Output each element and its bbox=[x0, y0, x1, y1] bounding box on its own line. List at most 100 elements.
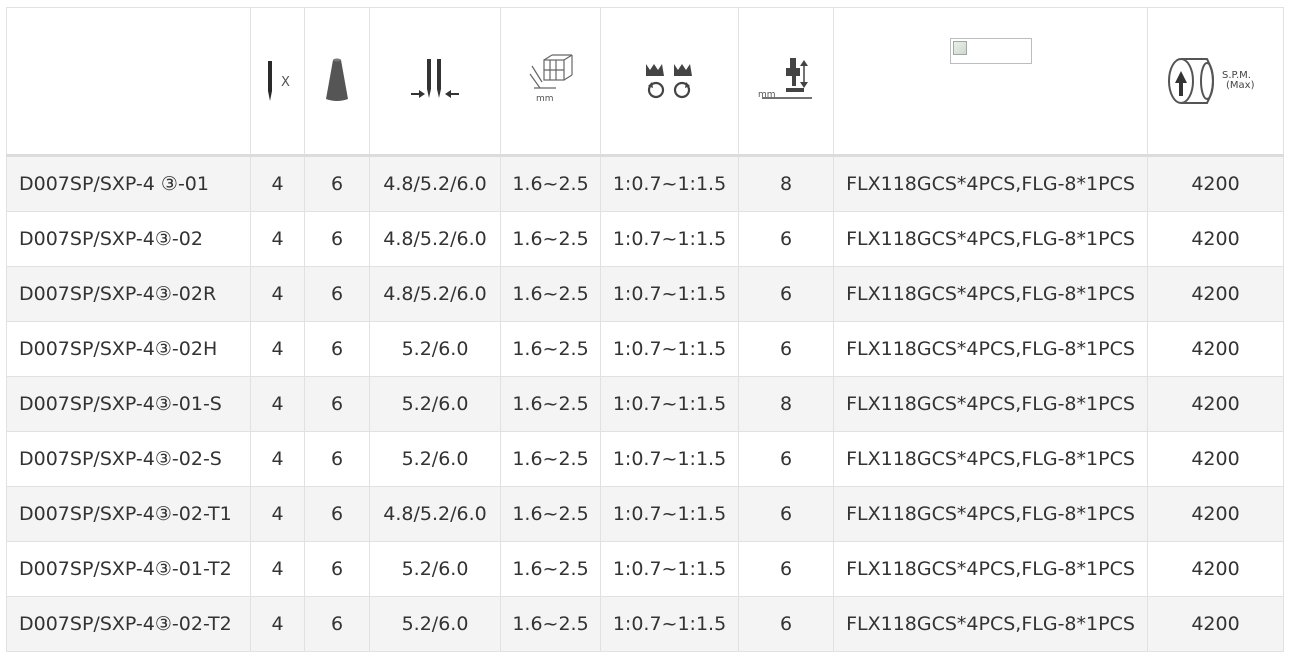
cell-threads: 6 bbox=[304, 376, 370, 432]
cell-needles: 4 bbox=[250, 321, 305, 377]
table-row: D007SP/SXP-4 ③-01 4 6 4.8/5.2/6.0 1.6~2.5 1:0… bbox=[6, 155, 1284, 212]
cell-stitch: 1.6~2.5 bbox=[500, 376, 601, 432]
cell-spm: 4200 bbox=[1147, 596, 1284, 652]
cell-diff: 1:0.7~1:1.5 bbox=[600, 486, 739, 542]
cell-lift: 6 bbox=[738, 211, 834, 267]
cell-parts: FLX118GCS*4PCS,FLG-8*1PCS bbox=[833, 376, 1148, 432]
header-gauge bbox=[369, 7, 501, 156]
cell-spm: 4200 bbox=[1147, 541, 1284, 597]
cell-diff: 1:0.7~1:1.5 bbox=[600, 211, 739, 267]
cell-threads: 6 bbox=[304, 211, 370, 267]
cell-model: D007SP/SXP-4 ③-01 bbox=[6, 155, 251, 212]
broken-image-icon bbox=[949, 38, 1032, 64]
header-model bbox=[6, 7, 251, 156]
header-threads bbox=[304, 7, 370, 156]
cell-threads: 6 bbox=[304, 486, 370, 542]
cell-diff: 1:0.7~1:1.5 bbox=[600, 596, 739, 652]
cell-gauge: 4.8/5.2/6.0 bbox=[369, 486, 501, 542]
cell-diff: 1:0.7~1:1.5 bbox=[600, 541, 739, 597]
cell-lift: 8 bbox=[738, 376, 834, 432]
table-row: D007SP/SXP-4③-01-T2 4 6 5.2/6.0 1.6~2.5 1:0.7… bbox=[6, 541, 1284, 597]
needle-icon-label: X bbox=[281, 75, 290, 90]
thread-cone-icon bbox=[326, 58, 348, 101]
cell-spm: 4200 bbox=[1147, 486, 1284, 542]
cell-parts: FLX118GCS*4PCS,FLG-8*1PCS bbox=[833, 541, 1148, 597]
cell-stitch: 1.6~2.5 bbox=[500, 321, 601, 377]
header-presser-foot-lift: mm bbox=[738, 7, 834, 156]
cell-threads: 6 bbox=[304, 596, 370, 652]
cell-threads: 6 bbox=[304, 541, 370, 597]
cell-model: D007SP/SXP-4③-01-T2 bbox=[6, 541, 251, 597]
cell-parts: FLX118GCS*4PCS,FLG-8*1PCS bbox=[833, 155, 1148, 212]
header-row: X mm mm S.P.M. (Max) bbox=[6, 7, 1284, 156]
header-spm: S.P.M. (Max) bbox=[1147, 7, 1284, 156]
cell-threads: 6 bbox=[304, 431, 370, 487]
cell-lift: 6 bbox=[738, 431, 834, 487]
cell-parts: FLX118GCS*4PCS,FLG-8*1PCS bbox=[833, 211, 1148, 267]
header-differential-feed bbox=[600, 7, 739, 156]
cell-needles: 4 bbox=[250, 431, 305, 487]
cell-stitch: 1.6~2.5 bbox=[500, 541, 601, 597]
cell-diff: 1:0.7~1:1.5 bbox=[600, 321, 739, 377]
cell-parts: FLX118GCS*4PCS,FLG-8*1PCS bbox=[833, 321, 1148, 377]
cell-gauge: 4.8/5.2/6.0 bbox=[369, 155, 501, 212]
cell-gauge: 5.2/6.0 bbox=[369, 596, 501, 652]
cell-model: D007SP/SXP-4③-02H bbox=[6, 321, 251, 377]
cell-needles: 4 bbox=[250, 486, 305, 542]
cell-spm: 4200 bbox=[1147, 321, 1284, 377]
cell-lift: 6 bbox=[738, 596, 834, 652]
cell-model: D007SP/SXP-4③-02R bbox=[6, 266, 251, 322]
cell-model: D007SP/SXP-4③-02-S bbox=[6, 431, 251, 487]
cell-needles: 4 bbox=[250, 155, 305, 212]
spm-max-label: (Max) bbox=[1226, 80, 1255, 91]
cell-parts: FLX118GCS*4PCS,FLG-8*1PCS bbox=[833, 266, 1148, 322]
presser-foot-unit: mm bbox=[758, 90, 776, 100]
spm-icon: S.P.M. (Max) bbox=[1167, 58, 1255, 104]
needle-icon: X bbox=[267, 61, 290, 101]
table-row: D007SP/SXP-4③-02-T2 4 6 5.2/6.0 1.6~2.5 1:0.7… bbox=[6, 596, 1284, 652]
cell-gauge: 4.8/5.2/6.0 bbox=[369, 266, 501, 322]
cell-gauge: 5.2/6.0 bbox=[369, 376, 501, 432]
cell-needles: 4 bbox=[250, 596, 305, 652]
cell-lift: 8 bbox=[738, 155, 834, 212]
needle-gauge-icon bbox=[411, 59, 459, 98]
cell-stitch: 1.6~2.5 bbox=[500, 211, 601, 267]
cell-lift: 6 bbox=[738, 321, 834, 377]
cell-needles: 4 bbox=[250, 211, 305, 267]
cell-needles: 4 bbox=[250, 376, 305, 432]
table-row: D007SP/SXP-4③-01-S 4 6 5.2/6.0 1.6~2.5 1:0.7~… bbox=[6, 376, 1284, 432]
cell-model: D007SP/SXP-4③-02-T2 bbox=[6, 596, 251, 652]
header-parts bbox=[833, 7, 1148, 156]
table-row: D007SP/SXP-4③-02R 4 6 4.8/5.2/6.0 1.6~2.5 1:0… bbox=[6, 266, 1284, 322]
cell-stitch: 1.6~2.5 bbox=[500, 431, 601, 487]
cell-gauge: 5.2/6.0 bbox=[369, 431, 501, 487]
header-stitch-length: mm bbox=[500, 7, 601, 156]
cell-diff: 1:0.7~1:1.5 bbox=[600, 266, 739, 322]
differential-feed-icon bbox=[645, 64, 692, 99]
cell-gauge: 5.2/6.0 bbox=[369, 321, 501, 377]
cell-threads: 6 bbox=[304, 266, 370, 322]
stitch-length-icon: mm bbox=[529, 54, 573, 104]
stitch-length-unit: mm bbox=[536, 94, 554, 104]
cell-spm: 4200 bbox=[1147, 211, 1284, 267]
cell-lift: 6 bbox=[738, 486, 834, 542]
cell-diff: 1:0.7~1:1.5 bbox=[600, 431, 739, 487]
cell-model: D007SP/SXP-4③-02 bbox=[6, 211, 251, 267]
cell-parts: FLX118GCS*4PCS,FLG-8*1PCS bbox=[833, 486, 1148, 542]
cell-gauge: 5.2/6.0 bbox=[369, 541, 501, 597]
cell-needles: 4 bbox=[250, 266, 305, 322]
cell-lift: 6 bbox=[738, 541, 834, 597]
cell-stitch: 1.6~2.5 bbox=[500, 266, 601, 322]
cell-stitch: 1.6~2.5 bbox=[500, 155, 601, 212]
table-row: D007SP/SXP-4③-02-T1 4 6 4.8/5.2/6.0 1.6~2.5 1… bbox=[6, 486, 1284, 542]
cell-spm: 4200 bbox=[1147, 266, 1284, 322]
cell-spm: 4200 bbox=[1147, 155, 1284, 212]
table-row: D007SP/SXP-4③-02-S 4 6 5.2/6.0 1.6~2.5 1:0.7~… bbox=[6, 431, 1284, 487]
header-needles: X bbox=[250, 7, 305, 156]
cell-stitch: 1.6~2.5 bbox=[500, 596, 601, 652]
cell-parts: FLX118GCS*4PCS,FLG-8*1PCS bbox=[833, 596, 1148, 652]
cell-needles: 4 bbox=[250, 541, 305, 597]
cell-threads: 6 bbox=[304, 155, 370, 212]
cell-parts: FLX118GCS*4PCS,FLG-8*1PCS bbox=[833, 431, 1148, 487]
table-row: D007SP/SXP-4③-02 4 6 4.8/5.2/6.0 1.6~2.5 1:0.… bbox=[6, 211, 1284, 267]
